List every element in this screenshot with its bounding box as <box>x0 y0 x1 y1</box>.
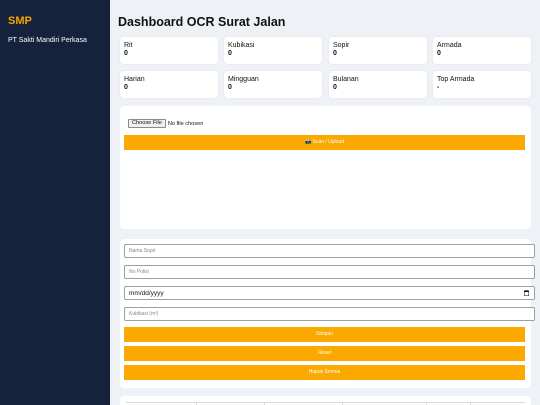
stat-value: 0 <box>228 50 232 57</box>
kubikasi-input[interactable]: Kubikasi (m³) <box>124 307 535 321</box>
scan-upload-button[interactable]: 📷 Scan / Upload <box>124 135 525 150</box>
calendar-icon[interactable] <box>524 290 529 296</box>
records-table-panel <box>120 396 531 405</box>
stat-label: Mingguan <box>228 76 259 83</box>
stat-card-top-armada: Top Armada - <box>433 71 531 98</box>
company-name: PT Sakti Mandiri Perkasa <box>8 37 87 44</box>
kubikasi-placeholder: Kubikasi (m³) <box>129 311 159 317</box>
stat-value: 0 <box>124 50 128 57</box>
simpan-label: Simpan <box>316 331 333 337</box>
table-header-border <box>126 402 525 403</box>
stat-card-armada: Armada 0 <box>433 37 531 64</box>
stat-card-bulanan: Bulanan 0 <box>329 71 427 98</box>
stat-label: Armada <box>437 42 462 49</box>
stat-label: Top Armada <box>437 76 475 83</box>
stat-value: 0 <box>333 50 337 57</box>
nama-sopir-placeholder: Nama Sopir <box>129 248 156 254</box>
stat-label: Sopir <box>333 42 350 49</box>
stat-label: Kubikasi <box>228 42 255 49</box>
stat-card-sopir: Sopir 0 <box>329 37 427 64</box>
sidebar: SMP PT Sakti Mandiri Perkasa <box>0 0 110 405</box>
date-input[interactable]: mm/dd/yyyy <box>124 286 535 300</box>
stat-value: - <box>437 84 440 91</box>
stat-label: Harian <box>124 76 145 83</box>
file-status-text: No file chosen <box>167 120 204 127</box>
reset-label: Reset <box>317 350 332 356</box>
stat-label: Rit <box>124 42 133 49</box>
stat-value: 0 <box>437 50 441 57</box>
main-content: Dashboard OCR Surat Jalan Rit 0 Kubikasi… <box>110 0 540 405</box>
stat-card-kubikasi: Kubikasi 0 <box>224 37 322 64</box>
no-polisi-placeholder: No Polisi <box>129 269 149 275</box>
simpan-button[interactable]: Simpan <box>124 327 525 342</box>
upload-panel: Choose File No file chosen 📷 Scan / Uplo… <box>120 106 531 229</box>
stat-value: 0 <box>333 84 337 91</box>
page-title: Dashboard OCR Surat Jalan <box>118 15 286 29</box>
stat-card-rit: Rit 0 <box>120 37 218 64</box>
stat-label: Bulanan <box>333 76 359 83</box>
reset-button[interactable]: Reset <box>124 346 525 361</box>
brand-logo-text: SMP <box>8 15 32 27</box>
no-polisi-input[interactable]: No Polisi <box>124 265 535 279</box>
stat-value: 0 <box>124 84 128 91</box>
hapus-semua-button[interactable]: Hapus Semua <box>124 365 525 380</box>
stat-card-mingguan: Mingguan 0 <box>224 71 322 98</box>
nama-sopir-input[interactable]: Nama Sopir <box>124 244 535 258</box>
stat-card-harian: Harian 0 <box>120 71 218 98</box>
date-value: mm/dd/yyyy <box>129 290 164 297</box>
hapus-semua-label: Hapus Semua <box>308 369 341 375</box>
file-input[interactable]: Choose File No file chosen <box>128 119 203 128</box>
scan-upload-label: 📷 Scan / Upload <box>304 139 345 145</box>
stat-value: 0 <box>228 84 232 91</box>
choose-file-button[interactable]: Choose File <box>128 119 166 128</box>
